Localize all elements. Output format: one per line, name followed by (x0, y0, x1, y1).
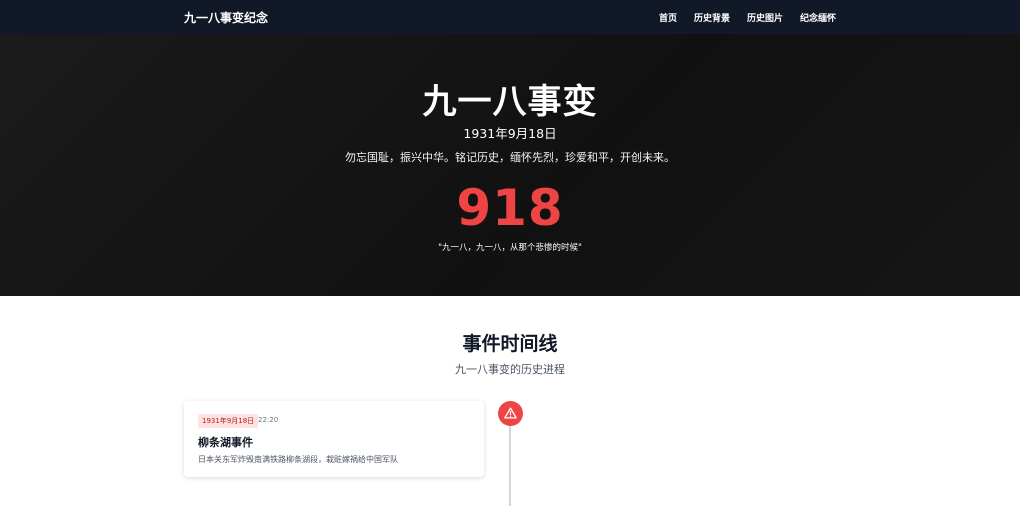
nav-link-history-photos[interactable]: 历史图片 (747, 11, 783, 24)
event-title: 柳条湖事件 (198, 436, 253, 449)
hero-number: 918 (456, 179, 564, 237)
event-time: 22:20 (258, 416, 279, 424)
section-subtitle: 九一八事变的历史进程 (455, 363, 565, 376)
hero-title: 九一八事变 (422, 82, 598, 122)
warning-icon (504, 404, 517, 423)
nav-link-history-background[interactable]: 历史背景 (694, 11, 730, 24)
timeline-event-card[interactable]: 1931年9月18日 22:20 柳条湖事件 日本关东军炸毁南满铁路柳条湖段，栽… (184, 401, 484, 477)
nav-links: 首页 历史背景 历史图片 纪念缅怀 (659, 11, 836, 24)
event-description: 日本关东军炸毁南满铁路柳条湖段，栽赃嫁祸给中国军队 (198, 455, 398, 464)
hero-slogan: 勿忘国耻，振兴中华。铭记历史，缅怀先烈，珍爱和平，开创未来。 (345, 151, 675, 164)
section-title: 事件时间线 (462, 333, 558, 355)
top-navbar: 九一八事变纪念 首页 历史背景 历史图片 纪念缅怀 (0, 0, 1020, 34)
timeline-line (509, 426, 511, 506)
nav-link-home[interactable]: 首页 (659, 11, 677, 24)
site-brand[interactable]: 九一八事变纪念 (184, 9, 268, 26)
hero-section: 九一八事变 1931年9月18日 勿忘国耻，振兴中华。铭记历史，缅怀先烈，珍爱和… (0, 34, 1020, 296)
timeline-section: 事件时间线 九一八事变的历史进程 1931年9月18日 22:20 柳条湖事件 … (0, 296, 1020, 506)
timeline-marker (498, 401, 523, 426)
hero-date: 1931年9月18日 (463, 126, 557, 141)
nav-link-memorial[interactable]: 纪念缅怀 (800, 11, 836, 24)
event-date-badge: 1931年9月18日 (198, 414, 259, 428)
hero-quote: "九一八，九一八，从那个悲惨的时候" (438, 243, 582, 253)
